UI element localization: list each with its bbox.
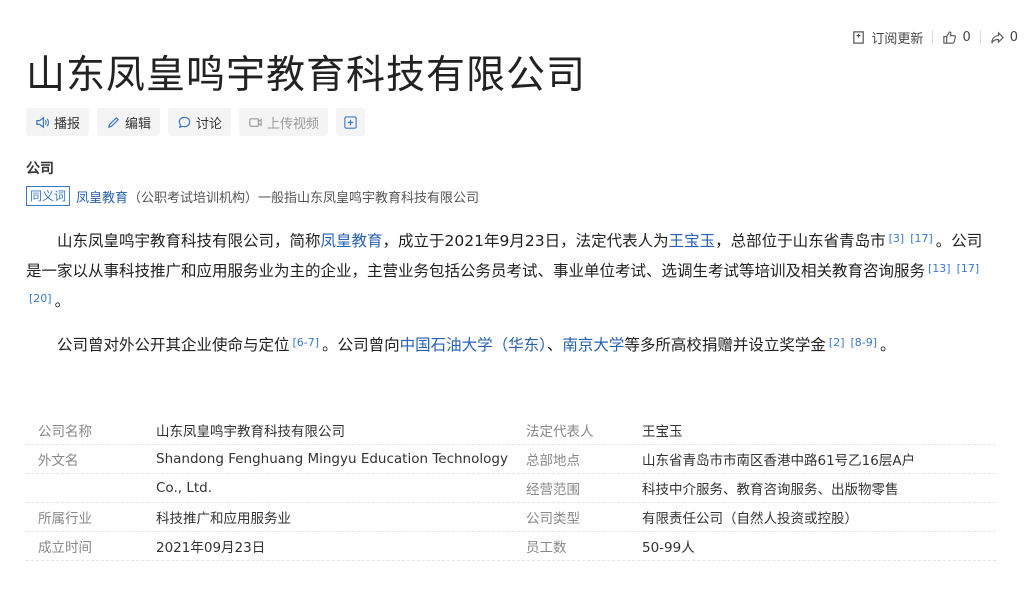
text: 等多所高校捐赠并设立奖学金 <box>624 336 826 354</box>
like-count: 0 <box>962 30 971 45</box>
info-value: 50-99人 <box>642 540 695 556</box>
text: 。 <box>54 292 71 310</box>
like-button[interactable]: 0 <box>942 30 971 45</box>
info-key: 公司名称 <box>38 424 92 440</box>
divider <box>932 30 934 45</box>
info-key: 外文名 <box>38 453 79 469</box>
info-value: 科技推广和应用服务业 <box>156 511 291 527</box>
reference-link[interactable]: [13] <box>928 262 951 275</box>
upload-video-label: 上传视频 <box>267 116 320 132</box>
info-row: Co., Ltd. 经营范围 科技中介服务、教育咨询服务、出版物零售 <box>26 474 996 503</box>
info-value: 王宝玉 <box>642 424 683 440</box>
university-link[interactable]: 南京大学 <box>562 336 624 354</box>
intro-paragraph: 山东凤皇鸣宇教育科技有限公司，简称凤皇教育，成立于2021年9月23日，法定代表… <box>26 226 986 316</box>
info-value: 有限责任公司（自然人投资或控股） <box>642 511 858 527</box>
share-count: 0 <box>1009 30 1018 45</box>
speaker-icon <box>36 116 49 128</box>
edit-button[interactable]: 编辑 <box>97 108 161 136</box>
discuss-button[interactable]: 讨论 <box>168 108 232 136</box>
discuss-label: 讨论 <box>196 116 223 132</box>
reference-link[interactable]: [8-9] <box>851 336 878 349</box>
text: 公司曾对外公开其企业使命与定位 <box>57 336 290 354</box>
info-key: 总部地点 <box>526 453 580 469</box>
reference-link[interactable]: [2] <box>829 336 845 349</box>
broadcast-button[interactable]: 播报 <box>26 108 90 136</box>
info-key: 所属行业 <box>38 511 92 527</box>
synonym-tag[interactable]: 同义词 <box>26 186 71 206</box>
info-key: 公司类型 <box>526 511 580 527</box>
info-row: 公司名称 山东凤皇鸣宇教育科技有限公司 法定代表人 王宝玉 <box>26 416 996 445</box>
text: 。公司曾向 <box>322 336 400 354</box>
broadcast-label: 播报 <box>54 116 81 132</box>
share-button[interactable]: 0 <box>990 30 1018 45</box>
reference-link[interactable]: [20] <box>29 292 52 305</box>
edit-label: 编辑 <box>125 116 152 132</box>
pencil-icon <box>107 116 120 128</box>
subscribe-button[interactable]: 订阅更新 <box>851 28 923 47</box>
info-value: 2021年09月23日 <box>156 540 266 556</box>
comment-icon <box>178 116 191 128</box>
video-camera-icon <box>249 117 262 127</box>
info-row: 成立时间 2021年09月23日 员工数 50-99人 <box>26 532 996 561</box>
text: ，成立于2021年9月23日，法定代表人为 <box>382 232 669 250</box>
upload-video-button[interactable]: 上传视频 <box>239 108 329 136</box>
plus-square-icon <box>344 115 357 129</box>
bookmark-icon <box>853 31 865 44</box>
info-key: 成立时间 <box>38 540 92 556</box>
mission-paragraph: 公司曾对外公开其企业使命与定位 [6-7] 。公司曾向中国石油大学（华东）、南京大学… <box>26 330 916 360</box>
info-row: 所属行业 科技推广和应用服务业 公司类型 有限责任公司（自然人投资或控股） <box>26 503 996 532</box>
divider <box>979 30 981 45</box>
info-table: 公司名称 山东凤皇鸣宇教育科技有限公司 法定代表人 王宝玉 外文名 Shando… <box>26 416 996 561</box>
legal-rep-link[interactable]: 王宝玉 <box>669 232 716 250</box>
info-value: 山东省青岛市市南区香港中路61号乙16层A户 <box>642 453 916 469</box>
info-value: 山东凤皇鸣宇教育科技有限公司 <box>156 424 345 440</box>
info-value: Shandong Fenghuang Mingyu Education Tech… <box>156 451 508 467</box>
text: 。 <box>880 336 896 354</box>
reference-link[interactable]: [3] <box>889 232 905 245</box>
info-key: 法定代表人 <box>526 424 594 440</box>
page-title: 山东凤皇鸣宇教育科技有限公司 <box>26 53 587 98</box>
info-row: 外文名 Shandong Fenghuang Mingyu Education … <box>26 445 996 474</box>
section-label: 公司 <box>26 161 54 177</box>
text: ，总部位于山东省青岛市 <box>715 232 886 250</box>
abbreviation-link[interactable]: 凤皇教育 <box>321 232 383 250</box>
reference-link[interactable]: [17] <box>910 232 933 245</box>
info-value: Co., Ltd. <box>156 480 212 496</box>
toolbar: 播报 编辑 讨论 上传视频 <box>26 108 366 136</box>
reference-link[interactable]: [6-7] <box>293 336 320 349</box>
synonym-description: （公职考试培训机构）一般指山东凤皇鸣宇教育科技有限公司 <box>128 190 480 206</box>
synonym-line: 同义词 凤皇教育 （公职考试培训机构）一般指山东凤皇鸣宇教育科技有限公司 <box>26 186 479 206</box>
top-actions: 订阅更新 0 0 <box>851 28 1018 47</box>
text: 山东凤皇鸣宇教育科技有限公司，简称 <box>57 232 321 250</box>
info-key: 员工数 <box>526 540 567 556</box>
text: 、 <box>546 336 563 354</box>
info-value: 科技中介服务、教育咨询服务、出版物零售 <box>642 482 899 498</box>
synonym-term-link[interactable]: 凤皇教育 <box>76 187 128 206</box>
reference-link[interactable]: [17] <box>957 262 980 275</box>
info-key: 经营范围 <box>526 482 580 498</box>
thumbs-up-icon <box>943 31 957 44</box>
share-icon <box>991 31 1004 44</box>
add-button[interactable] <box>336 108 366 136</box>
subscribe-label: 订阅更新 <box>871 32 924 47</box>
university-link[interactable]: 中国石油大学（华东） <box>400 336 547 354</box>
